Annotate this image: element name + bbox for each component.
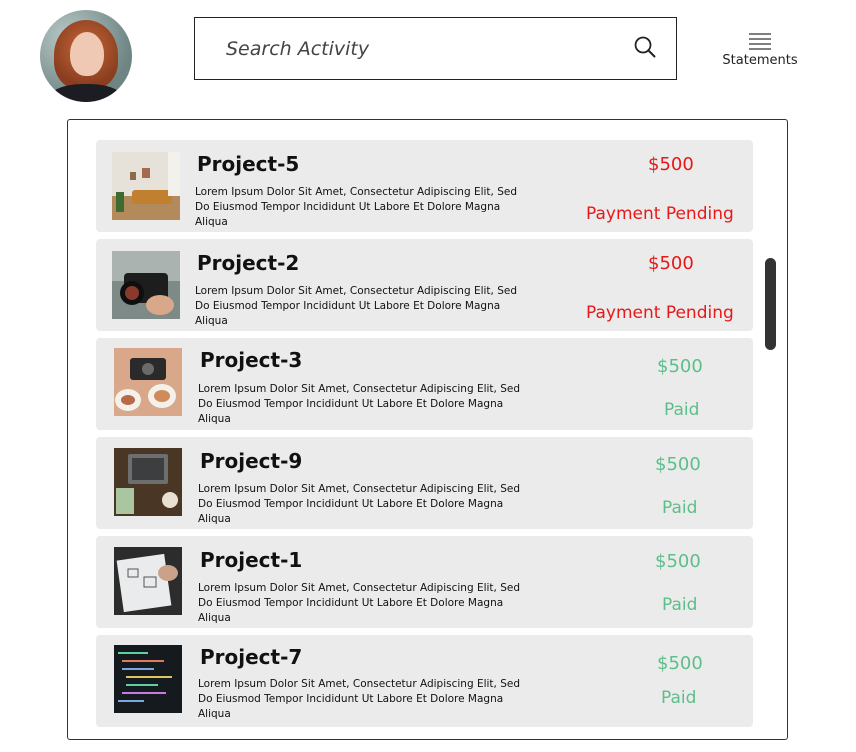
project-status: Paid bbox=[662, 595, 698, 615]
project-title[interactable]: Project-1 bbox=[200, 548, 302, 572]
project-card[interactable]: Project-7 Lorem Ipsum Dolor Sit Amet, Co… bbox=[96, 635, 753, 727]
project-amount: $500 bbox=[655, 551, 701, 572]
scrollbar-thumb[interactable] bbox=[765, 258, 776, 350]
project-status: Payment Pending bbox=[586, 303, 734, 323]
project-card[interactable]: Project-5 Lorem Ipsum Dolor Sit Amet, Co… bbox=[96, 140, 753, 232]
search-icon[interactable] bbox=[633, 35, 657, 59]
project-amount: $500 bbox=[648, 154, 694, 175]
statements-label: Statements bbox=[722, 53, 798, 68]
search-box[interactable] bbox=[194, 17, 677, 80]
project-amount: $500 bbox=[657, 653, 703, 674]
camera-photo bbox=[112, 251, 180, 319]
project-card[interactable]: Project-3 Lorem Ipsum Dolor Sit Amet, Co… bbox=[96, 338, 753, 430]
sketching-photo bbox=[114, 547, 182, 615]
search-input[interactable] bbox=[224, 36, 608, 61]
statements-button[interactable]: Statements bbox=[719, 31, 801, 71]
project-description: Lorem Ipsum Dolor Sit Amet, Consectetur … bbox=[198, 582, 521, 624]
laptop-photo bbox=[114, 448, 182, 516]
project-status: Paid bbox=[662, 498, 698, 518]
project-title[interactable]: Project-9 bbox=[200, 449, 302, 473]
code-photo bbox=[114, 645, 182, 713]
food-photo bbox=[114, 348, 182, 416]
project-card[interactable]: Project-1 Lorem Ipsum Dolor Sit Amet, Co… bbox=[96, 536, 753, 628]
avatar[interactable] bbox=[40, 10, 132, 102]
avatar-body bbox=[46, 84, 126, 102]
avatar-face bbox=[70, 32, 104, 76]
project-description: Lorem Ipsum Dolor Sit Amet, Consectetur … bbox=[198, 383, 521, 425]
project-status: Paid bbox=[661, 688, 697, 708]
project-title[interactable]: Project-3 bbox=[200, 348, 302, 372]
project-status: Paid bbox=[664, 400, 700, 420]
activity-list: Project-5 Lorem Ipsum Dolor Sit Amet, Co… bbox=[67, 119, 788, 740]
project-description: Lorem Ipsum Dolor Sit Amet, Consectetur … bbox=[195, 186, 518, 228]
project-amount: $500 bbox=[648, 253, 694, 274]
project-amount: $500 bbox=[657, 356, 703, 377]
hamburger-icon bbox=[749, 33, 771, 50]
project-card[interactable]: Project-9 Lorem Ipsum Dolor Sit Amet, Co… bbox=[96, 437, 753, 529]
project-description: Lorem Ipsum Dolor Sit Amet, Consectetur … bbox=[198, 483, 521, 525]
project-title[interactable]: Project-5 bbox=[197, 152, 299, 176]
project-amount: $500 bbox=[655, 454, 701, 475]
project-description: Lorem Ipsum Dolor Sit Amet, Consectetur … bbox=[195, 285, 518, 327]
project-card[interactable]: Project-2 Lorem Ipsum Dolor Sit Amet, Co… bbox=[96, 239, 753, 331]
project-title[interactable]: Project-7 bbox=[200, 645, 302, 669]
living-room-photo bbox=[112, 152, 180, 220]
project-title[interactable]: Project-2 bbox=[197, 251, 299, 275]
project-description: Lorem Ipsum Dolor Sit Amet, Consectetur … bbox=[198, 678, 521, 720]
project-status: Payment Pending bbox=[586, 204, 734, 224]
